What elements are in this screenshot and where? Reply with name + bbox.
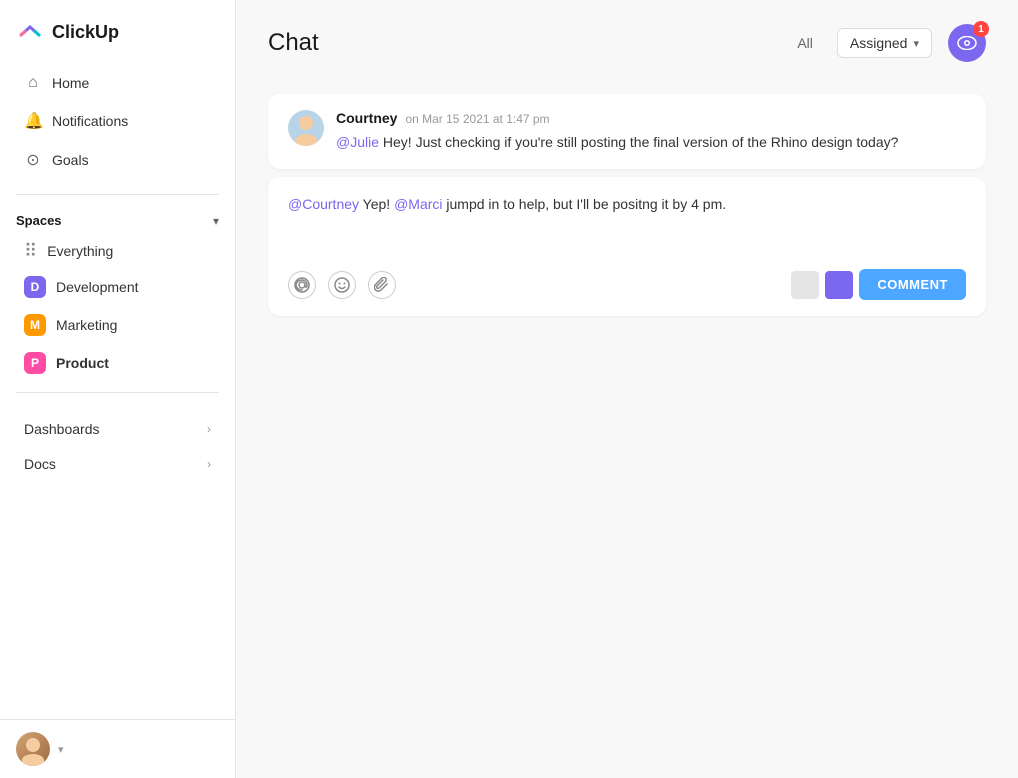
reply-mention-1: @Courtney: [288, 196, 359, 212]
avatar[interactable]: [16, 732, 50, 766]
clickup-logo-icon: [16, 18, 44, 46]
product-label: Product: [56, 355, 109, 371]
filter-assigned-label: Assigned: [850, 35, 908, 51]
message-header: Courtney on Mar 15 2021 at 1:47 pm: [336, 110, 966, 126]
reply-compose-box: @Courtney Yep! @Marci jumpd in to help, …: [268, 177, 986, 316]
goals-label: Goals: [52, 152, 89, 168]
sidebar-divider: [16, 194, 219, 195]
sidebar-item-everything[interactable]: ⠿ Everything: [8, 235, 227, 267]
development-label: Development: [56, 279, 139, 295]
spaces-section-header[interactable]: Spaces ▾: [0, 205, 235, 234]
reply-text-area[interactable]: @Courtney Yep! @Marci jumpd in to help, …: [288, 193, 966, 253]
spaces-title: Spaces: [16, 213, 62, 228]
chat-header: Chat All Assigned ▾ 1: [236, 0, 1018, 78]
product-badge: P: [24, 352, 46, 374]
logo-text: ClickUp: [52, 22, 119, 43]
reply-toolbar: [288, 271, 396, 299]
message-body: Courtney on Mar 15 2021 at 1:47 pm @Juli…: [336, 110, 966, 153]
mention-tool-button[interactable]: [288, 271, 316, 299]
watch-button[interactable]: 1: [948, 24, 986, 62]
sidebar-footer: ▾: [0, 719, 235, 778]
sidebar-nav: ⌂ Home 🔔 Notifications ⊙ Goals: [0, 60, 235, 184]
dashboards-label: Dashboards: [24, 421, 100, 437]
sidebar-item-marketing[interactable]: M Marketing: [8, 307, 227, 343]
filter-all-button[interactable]: All: [789, 31, 821, 55]
sidebar: ClickUp ⌂ Home 🔔 Notifications ⊙ Goals S…: [0, 0, 236, 778]
dashboards-left: Dashboards: [24, 421, 100, 437]
marketing-label: Marketing: [56, 317, 117, 333]
message-mention: @Julie: [336, 134, 379, 150]
sidebar-item-goals[interactable]: ⊙ Goals: [8, 141, 227, 179]
format-button-1[interactable]: [791, 271, 819, 299]
sidebar-item-home[interactable]: ⌂ Home: [8, 65, 227, 101]
message-bubble: Courtney on Mar 15 2021 at 1:47 pm @Juli…: [268, 94, 986, 169]
reply-actions: COMMENT: [791, 269, 966, 300]
docs-label: Docs: [24, 456, 56, 472]
docs-left: Docs: [24, 456, 56, 472]
attachment-tool-button[interactable]: [368, 271, 396, 299]
filter-assigned-dropdown[interactable]: Assigned ▾: [837, 28, 932, 58]
development-badge: D: [24, 276, 46, 298]
user-chevron-icon[interactable]: ▾: [58, 743, 64, 756]
message-text: @Julie Hey! Just checking if you're stil…: [336, 132, 966, 153]
spaces-chevron-icon: ▾: [213, 214, 219, 228]
dashboards-chevron-icon: ›: [207, 422, 211, 436]
notifications-label: Notifications: [52, 113, 128, 129]
chat-messages: Courtney on Mar 15 2021 at 1:47 pm @Juli…: [236, 78, 1018, 778]
home-label: Home: [52, 75, 89, 91]
reply-mention-2: @Marci: [394, 196, 442, 212]
at-icon: [294, 277, 310, 293]
sidebar-item-docs[interactable]: Docs ›: [8, 447, 227, 481]
logo-area[interactable]: ClickUp: [0, 0, 235, 60]
sidebar-bottom-nav: Dashboards › Docs ›: [0, 411, 235, 482]
eye-icon: [957, 36, 977, 50]
reply-text-2: jumpd in to help, but I'll be positng it…: [443, 196, 727, 212]
docs-chevron-icon: ›: [207, 457, 211, 471]
paperclip-icon: [374, 277, 390, 293]
message-body-text: Hey! Just checking if you're still posti…: [379, 134, 898, 150]
grid-icon: ⠿: [24, 242, 37, 260]
filter-chevron-icon: ▾: [913, 37, 919, 50]
message-time: on Mar 15 2021 at 1:47 pm: [405, 112, 549, 126]
goals-icon: ⊙: [24, 150, 42, 170]
reply-text-1: Yep!: [359, 196, 394, 212]
sidebar-item-product[interactable]: P Product: [8, 345, 227, 381]
sidebar-item-notifications[interactable]: 🔔 Notifications: [8, 102, 227, 140]
watch-count-badge: 1: [973, 21, 989, 37]
emoji-tool-button[interactable]: [328, 271, 356, 299]
message-author: Courtney: [336, 110, 397, 126]
home-icon: ⌂: [24, 74, 42, 92]
page-title: Chat: [268, 29, 773, 57]
message-avatar: [288, 110, 324, 146]
sidebar-divider-2: [16, 392, 219, 393]
sidebar-item-development[interactable]: D Development: [8, 269, 227, 305]
marketing-badge: M: [24, 314, 46, 336]
sidebar-item-dashboards[interactable]: Dashboards ›: [8, 412, 227, 446]
comment-button[interactable]: COMMENT: [859, 269, 966, 300]
bell-icon: 🔔: [24, 111, 42, 131]
reply-footer: COMMENT: [288, 269, 966, 300]
everything-label: Everything: [47, 243, 113, 259]
format-button-2[interactable]: [825, 271, 853, 299]
main-content: Chat All Assigned ▾ 1 Courtney on Mar 15…: [236, 0, 1018, 778]
emoji-icon: [334, 277, 350, 293]
